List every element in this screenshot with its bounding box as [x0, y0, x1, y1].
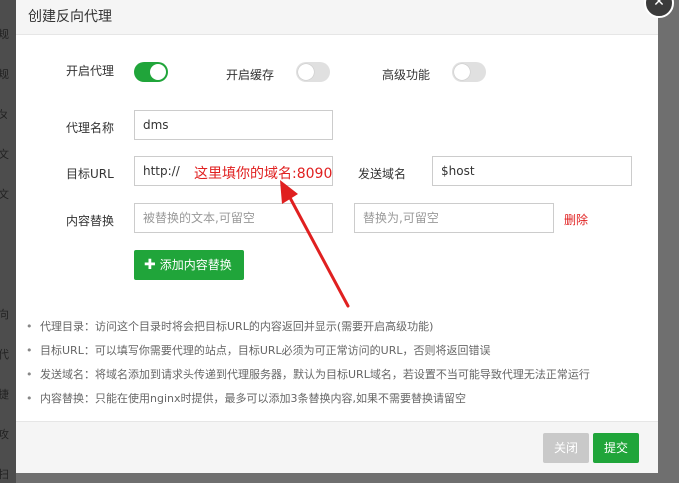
toggle-proxy-switch[interactable]: [134, 62, 168, 82]
send-domain-input[interactable]: [432, 156, 632, 186]
background-text: 攻: [0, 428, 9, 441]
toggle-cache-label: 开启缓存: [226, 68, 275, 82]
dialog-footer: 关闭 提交: [16, 421, 658, 473]
submit-button[interactable]: 提交: [593, 433, 639, 463]
reverse-proxy-dialog: 创建反向代理 ✕ 开启代理 开启缓存 高级功能 代理名称 目标URL 这里填你的…: [16, 0, 674, 473]
background-page: 规 规 ㄆ 文 文 向 代 捷 攻 扫: [0, 0, 16, 483]
add-replace-button[interactable]: ✚ 添加内容替换: [134, 250, 244, 280]
send-domain-label: 发送域名: [358, 167, 407, 181]
help-list: 代理目录：访问这个目录时将会把目标URL的内容返回并显示(需要开启高级功能) 目…: [24, 318, 644, 414]
toggle-proxy-label: 开启代理: [66, 64, 115, 78]
content-replace-label: 内容替换: [66, 214, 115, 228]
proxy-name-label: 代理名称: [66, 121, 115, 135]
background-text: 文: [0, 188, 9, 201]
toggle-knob: [454, 64, 470, 80]
background-text: 捷: [0, 388, 9, 401]
background-text: 文: [0, 148, 9, 161]
background-text: 规: [0, 68, 9, 81]
close-button[interactable]: 关闭: [543, 433, 589, 463]
delete-replace-link[interactable]: 删除: [564, 211, 588, 228]
toggle-cache-switch[interactable]: [296, 62, 330, 82]
toggle-advanced-switch[interactable]: [452, 62, 486, 82]
annotation-text: 这里填你的域名:8090: [194, 166, 333, 182]
toggle-knob: [150, 64, 166, 80]
background-text: 规: [0, 28, 9, 41]
proxy-name-input[interactable]: [134, 110, 333, 140]
dialog-header: 创建反向代理: [16, 0, 658, 35]
toggle-knob: [298, 64, 314, 80]
toggle-advanced-label: 高级功能: [382, 68, 431, 82]
help-item: 发送域名：将域名添加到请求头传递到代理服务器，默认为目标URL域名，若设置不当可…: [24, 366, 644, 390]
plus-icon: ✚: [144, 257, 156, 273]
help-item: 目标URL：可以填写你需要代理的站点，目标URL必须为可正常访问的URL，否则将…: [24, 342, 644, 366]
background-text: 代: [0, 348, 9, 361]
help-item: 代理目录：访问这个目录时将会把目标URL的内容返回并显示(需要开启高级功能): [24, 318, 644, 342]
target-url-label: 目标URL: [66, 167, 114, 181]
background-text: ㄆ: [0, 108, 9, 121]
add-replace-button-label: 添加内容替换: [159, 258, 232, 272]
replace-from-input[interactable]: [134, 203, 333, 233]
background-text: 向: [0, 308, 9, 321]
dialog-title: 创建反向代理: [28, 9, 112, 25]
background-text: 扫: [0, 468, 9, 481]
help-item: 内容替换：只能在使用nginx时提供，最多可以添加3条替换内容,如果不需要替换请…: [24, 390, 644, 414]
replace-to-input[interactable]: [354, 203, 554, 233]
